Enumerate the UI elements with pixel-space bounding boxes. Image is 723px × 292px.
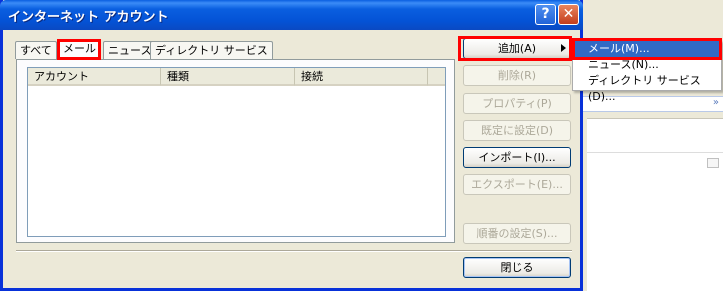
window-title: インターネット アカウント: [8, 10, 169, 25]
column-header-account[interactable]: アカウント: [28, 68, 161, 86]
background-content-area: [587, 118, 723, 292]
tab-news[interactable]: ニュース: [103, 41, 157, 59]
add-button[interactable]: 追加(A): [463, 38, 571, 59]
properties-button[interactable]: プロパティ(P): [463, 93, 571, 114]
background-scroll-button[interactable]: [707, 158, 719, 168]
column-header-filler: [428, 68, 445, 86]
background-divider: [587, 152, 723, 153]
column-header-connection[interactable]: 接続: [295, 68, 428, 86]
column-header-type[interactable]: 種類: [161, 68, 295, 86]
tab-mail[interactable]: メール: [58, 39, 101, 60]
tab-all[interactable]: すべて: [15, 41, 57, 59]
export-button[interactable]: エクスポート(E)...: [463, 174, 571, 195]
add-button-label: 追加(A): [497, 42, 537, 55]
close-window-button[interactable]: ✕: [558, 4, 579, 25]
help-button[interactable]: ?: [535, 4, 556, 25]
internet-accounts-dialog: インターネット アカウント ? ✕ すべて メール ニュース ディレクトリ サー…: [0, 0, 583, 291]
close-button[interactable]: 閉じる: [463, 257, 571, 278]
set-order-button[interactable]: 順番の設定(S)...: [463, 223, 571, 244]
tab-panel: アカウント 種類 接続: [16, 59, 455, 243]
set-default-button[interactable]: 既定に設定(D): [463, 120, 571, 141]
import-button[interactable]: インポート(I)...: [463, 147, 571, 168]
separator: [16, 250, 572, 252]
menu-item-mail[interactable]: メール(M)...: [574, 41, 720, 57]
chevron-right-icon: »: [712, 97, 719, 108]
account-list[interactable]: アカウント 種類 接続: [27, 67, 446, 237]
tab-directory-service[interactable]: ディレクトリ サービス: [150, 41, 273, 59]
add-submenu: メール(M)... ニュース(N)... ディレクトリ サービス(D)...: [572, 40, 722, 103]
submenu-arrow-icon: [561, 44, 566, 52]
title-bar[interactable]: インターネット アカウント ? ✕: [0, 0, 583, 30]
remove-button[interactable]: 削除(R): [463, 65, 571, 86]
menu-item-news[interactable]: ニュース(N)...: [574, 57, 720, 73]
menu-item-directory-service[interactable]: ディレクトリ サービス(D)...: [574, 73, 720, 103]
